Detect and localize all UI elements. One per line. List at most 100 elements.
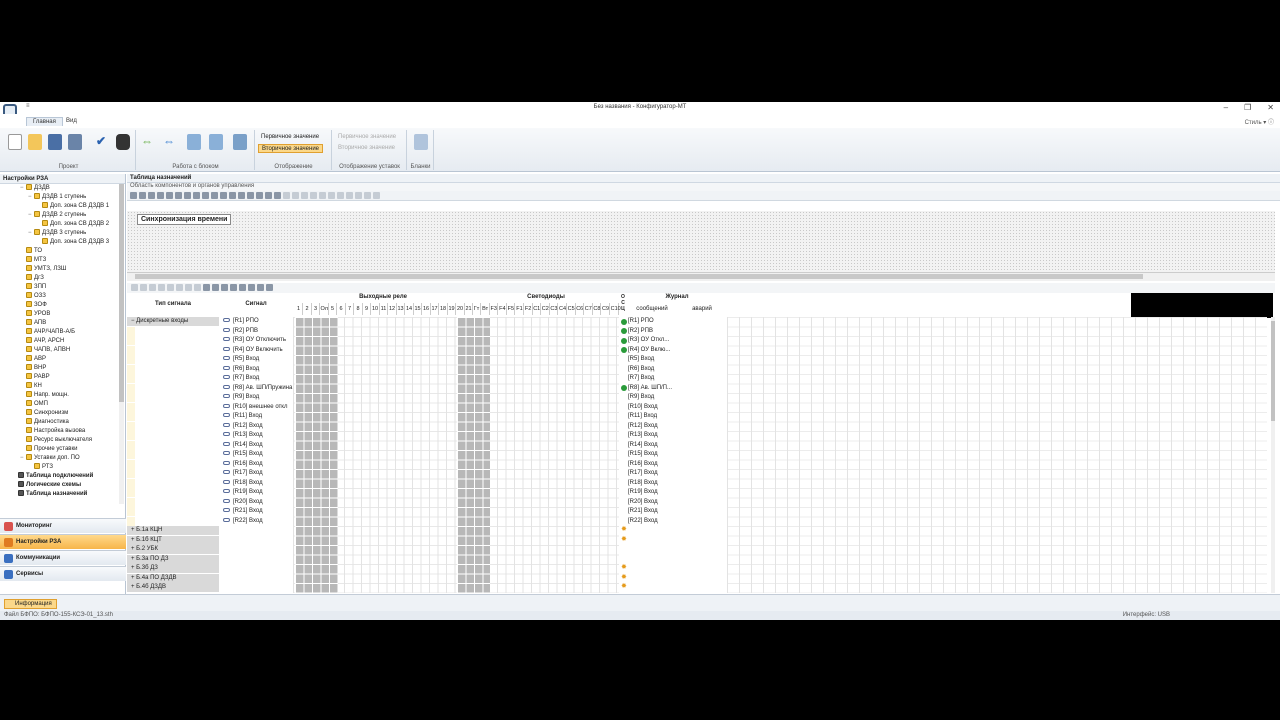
grid-toolbar-icon[interactable]: [176, 284, 183, 291]
tree-node[interactable]: ЧАПВ, АПВН: [20, 346, 70, 355]
expand-icon[interactable]: −: [20, 184, 25, 193]
nav-button[interactable]: Мониторинг: [0, 518, 126, 533]
osc-enabled-icon[interactable]: [621, 337, 627, 344]
tree-node[interactable]: Диагностика: [20, 418, 69, 427]
toolbar-icon[interactable]: [211, 192, 218, 199]
grid-toolbar-icon[interactable]: [131, 284, 138, 291]
tree-node[interactable]: Ресурс выключателя: [20, 436, 92, 445]
osc-enabled-icon[interactable]: [621, 385, 627, 391]
table-row[interactable]: [R12] Вход [R12] Вход: [127, 421, 1275, 432]
tab-view[interactable]: Вид: [60, 117, 83, 125]
group-row[interactable]: + Б.2 УБК: [127, 545, 1275, 555]
tree-node[interactable]: − ДЗДВ 1 ступень: [28, 193, 86, 202]
group-row[interactable]: + Б.4б ДЗДВ ✸: [127, 583, 1275, 593]
table-row[interactable]: [R15] Вход [R15] Вход: [127, 450, 1275, 460]
table-row[interactable]: [R22] Вход [R22] Вход: [127, 516, 1275, 527]
tree-node[interactable]: ДгЗ: [20, 274, 44, 283]
tree-node[interactable]: − ДЗДВ 2 ступень: [28, 211, 86, 220]
tree-node[interactable]: Синхронизм: [20, 409, 68, 418]
grid-toolbar-icon[interactable]: [221, 284, 228, 291]
write-arrows-icon[interactable]: ⇔: [163, 134, 177, 150]
tree-node[interactable]: ЗОФ: [20, 301, 47, 310]
grid-toolbar-icon[interactable]: [257, 284, 264, 291]
tree-node[interactable]: АЧР, АРСН: [20, 337, 64, 346]
tree-node[interactable]: Напр. мощн.: [20, 391, 69, 400]
tree-node[interactable]: РАВР: [20, 373, 50, 382]
verify-icon[interactable]: [233, 134, 247, 150]
canvas-hscrollbar[interactable]: [127, 273, 1275, 281]
components-canvas[interactable]: Синхронизация времени: [127, 211, 1275, 273]
table-row[interactable]: [R16] Вход [R16] Вход: [127, 459, 1275, 470]
toolbar-icon[interactable]: [220, 192, 227, 199]
grid-toolbar-icon[interactable]: [167, 284, 174, 291]
osc-partial-icon[interactable]: ✸: [621, 583, 627, 590]
table-row[interactable]: [R3] ОУ Отключить [R3] ОУ Откл...: [127, 336, 1275, 346]
toolbar-icon[interactable]: [247, 192, 254, 199]
group-row[interactable]: + Б.1а КЦН ✸: [127, 526, 1275, 536]
grid-scrollbar-thumb[interactable]: [1271, 321, 1275, 421]
new-file-icon[interactable]: [8, 134, 22, 150]
primary-value-option[interactable]: Первичное значение: [258, 133, 322, 142]
tree-node[interactable]: Таблица подключений: [12, 472, 93, 481]
expand-icon[interactable]: −: [28, 229, 33, 238]
osc-partial-icon[interactable]: ✸: [621, 564, 627, 571]
expand-icon[interactable]: −: [28, 193, 33, 202]
tree-node[interactable]: Доп. зона СВ ДЗДВ 1: [36, 202, 109, 211]
table-row[interactable]: [R2] РПВ [R2] РПВ: [127, 326, 1275, 337]
tree-node[interactable]: УРОВ: [20, 310, 50, 319]
table-row[interactable]: [R1] РПО [R1] РПО: [127, 317, 1275, 327]
tree-node[interactable]: ОЗЗ: [20, 292, 46, 301]
group-row[interactable]: + Б.4а ПО ДЗДВ ✸: [127, 573, 1275, 584]
grid-toolbar-icon[interactable]: [248, 284, 255, 291]
table-row[interactable]: [R18] Вход [R18] Вход: [127, 478, 1275, 489]
toolbar-icon[interactable]: [229, 192, 236, 199]
toolbar-icon[interactable]: [310, 192, 317, 199]
table-row[interactable]: [R5] Вход [R5] Вход: [127, 355, 1275, 365]
save-icon[interactable]: [48, 134, 62, 150]
toolbar-icon[interactable]: [139, 192, 146, 199]
table-row[interactable]: [R19] Вход [R19] Вход: [127, 488, 1275, 498]
grid-toolbar-icon[interactable]: [203, 284, 210, 291]
grid-toolbar-icon[interactable]: [158, 284, 165, 291]
tree-node[interactable]: Прочие уставки: [20, 445, 77, 454]
table-row[interactable]: [R20] Вход [R20] Вход: [127, 497, 1275, 508]
setpoint-primary-option[interactable]: Первичное значение: [335, 133, 399, 142]
tree-node[interactable]: АЧР/ЧАПВ-А/Б: [20, 328, 75, 337]
expand-icon[interactable]: −: [20, 454, 25, 463]
toolbar-icon[interactable]: [166, 192, 173, 199]
tree-node[interactable]: АПВ: [20, 319, 46, 328]
tab-main[interactable]: Главная: [26, 117, 63, 126]
toolbar-icon[interactable]: [373, 192, 380, 199]
grid-toolbar-icon[interactable]: [149, 284, 156, 291]
grid-toolbar-icon[interactable]: [266, 284, 273, 291]
group-row[interactable]: + Б.3а ПО ДЗ: [127, 554, 1275, 565]
toolbar-icon[interactable]: [346, 192, 353, 199]
grid-toolbar-icon[interactable]: [239, 284, 246, 291]
osc-partial-icon[interactable]: ✸: [621, 574, 627, 581]
tree-node[interactable]: − Уставки доп. ПО: [20, 454, 80, 463]
close-icon[interactable]: ✕: [1267, 103, 1274, 112]
grid-scrollbar[interactable]: [1271, 317, 1275, 593]
check-icon[interactable]: ✔: [96, 134, 110, 150]
toolbar-icon[interactable]: [292, 192, 299, 199]
info-tab[interactable]: Информация: [4, 599, 57, 609]
save-as-icon[interactable]: [68, 134, 82, 150]
tree-node[interactable]: Таблица назначений: [12, 490, 87, 499]
toolbar-icon[interactable]: [184, 192, 191, 199]
toolbar-icon[interactable]: [265, 192, 272, 199]
expand-icon[interactable]: −: [28, 211, 33, 220]
table-row[interactable]: [R10] внешнее откл [R10] Вход: [127, 402, 1275, 413]
osc-partial-icon[interactable]: ✸: [621, 536, 627, 543]
table-row[interactable]: [R14] Вход [R14] Вход: [127, 440, 1275, 451]
tree-node[interactable]: ВНР: [20, 364, 46, 373]
tree-node[interactable]: МТЗ: [20, 256, 46, 265]
forms-icon[interactable]: [414, 134, 428, 150]
upload-icon[interactable]: [187, 134, 201, 150]
toolbar-icon[interactable]: [337, 192, 344, 199]
open-folder-icon[interactable]: [28, 134, 42, 150]
table-row[interactable]: [R9] Вход [R9] Вход: [127, 393, 1275, 403]
toolbar-icon[interactable]: [193, 192, 200, 199]
table-row[interactable]: [R7] Вход [R7] Вход: [127, 374, 1275, 384]
binoculars-icon[interactable]: [116, 134, 130, 150]
tree-node[interactable]: АВР: [20, 355, 46, 364]
